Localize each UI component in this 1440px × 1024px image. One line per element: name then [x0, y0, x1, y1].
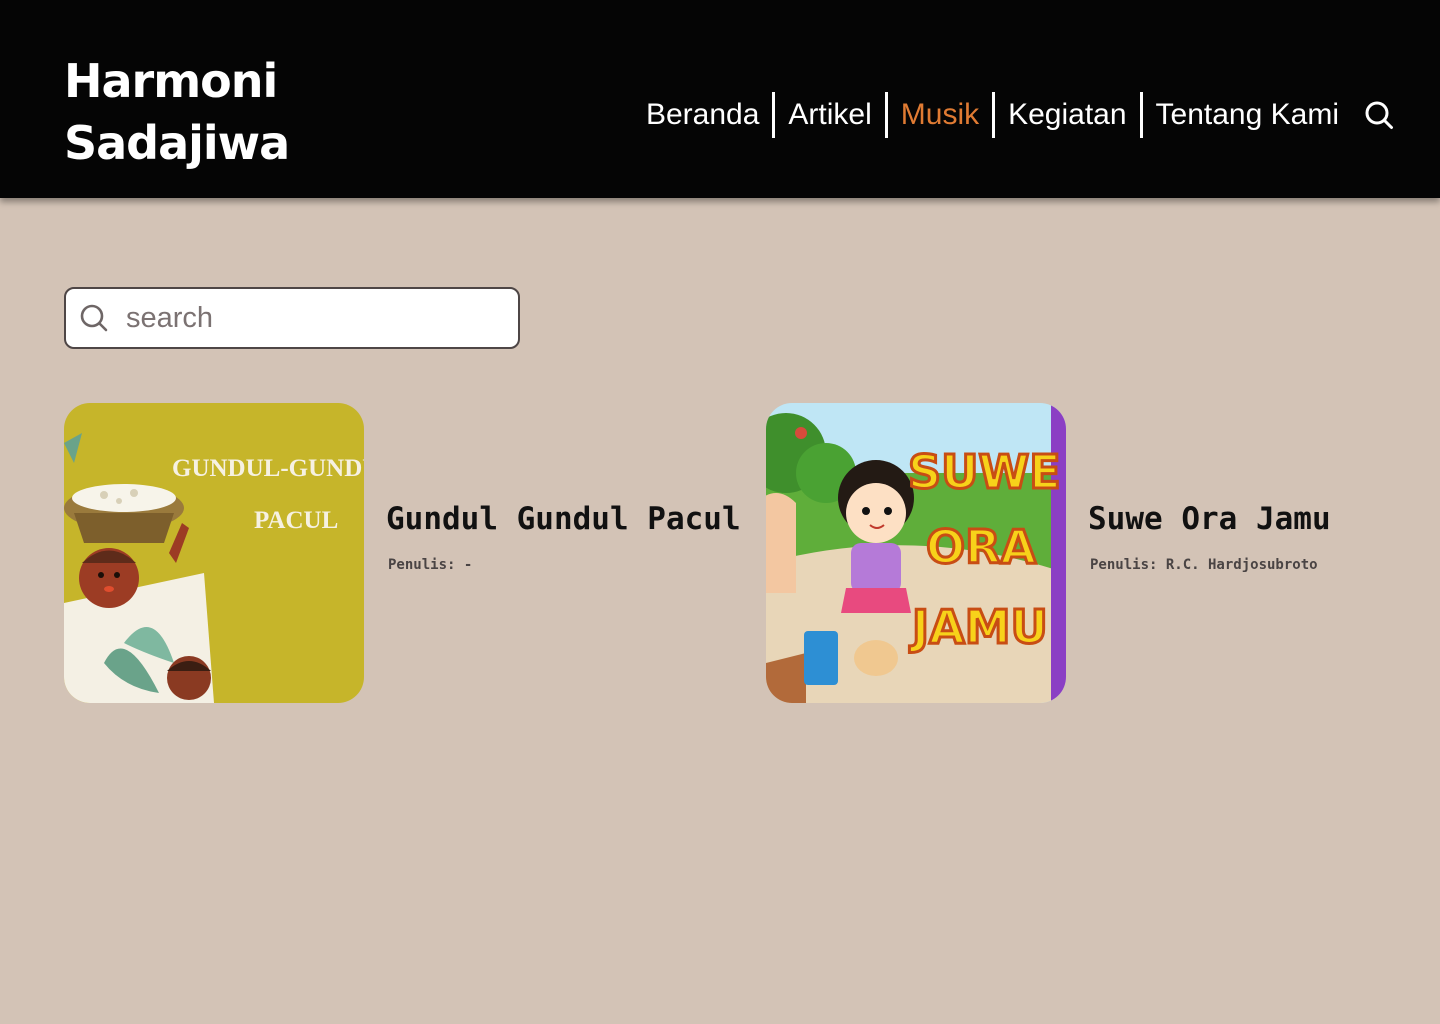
- brand-line-2: Sadajiwa: [64, 116, 290, 170]
- song-writer: Penulis: -: [388, 557, 473, 573]
- cover-title-line-1: SUWE: [908, 445, 1061, 499]
- cover-title-line-2: ORA: [926, 520, 1037, 574]
- main-nav: Beranda Artikel Musik Kegiatan Tentang K…: [633, 92, 1396, 138]
- nav-item-artikel[interactable]: Artikel: [775, 92, 888, 138]
- song-info: Suwe Ora Jamu Penulis: R.C. Hardjosubrot…: [1088, 403, 1331, 703]
- song-cover-image[interactable]: GUNDUL-GUNDUL PACUL: [64, 403, 364, 703]
- song-info: Gundul Gundul Pacul Penulis: -: [386, 403, 741, 703]
- search-icon: [78, 302, 110, 334]
- song-card-gundul-gundul-pacul[interactable]: GUNDUL-GUNDUL PACUL Gundul Gundul Pacul …: [64, 403, 741, 703]
- search-bar: [64, 287, 520, 349]
- song-cover-image[interactable]: SUWE ORA JAMU: [766, 403, 1066, 703]
- search-input[interactable]: [126, 301, 486, 335]
- song-title[interactable]: Gundul Gundul Pacul: [386, 501, 741, 537]
- song-title[interactable]: Suwe Ora Jamu: [1088, 501, 1331, 537]
- site-logo[interactable]: Harmoni Sadajiwa: [64, 50, 290, 174]
- brand-line-1: Harmoni: [64, 54, 278, 108]
- nav-item-beranda[interactable]: Beranda: [633, 92, 776, 138]
- song-card-suwe-ora-jamu[interactable]: SUWE ORA JAMU Suwe Ora Jamu Penulis: R.C…: [766, 403, 1331, 703]
- nav-item-kegiatan[interactable]: Kegiatan: [995, 92, 1143, 138]
- cover-title-line-1: GUNDUL-GUNDUL: [172, 455, 364, 482]
- search-icon[interactable]: [1362, 98, 1396, 132]
- song-writer: Penulis: R.C. Hardjosubroto: [1090, 557, 1318, 573]
- cover-title-line-2: PACUL: [254, 507, 338, 534]
- site-header: Harmoni Sadajiwa Beranda Artikel Musik K…: [0, 0, 1440, 198]
- nav-item-tentang-kami[interactable]: Tentang Kami: [1143, 92, 1352, 138]
- nav-item-musik[interactable]: Musik: [888, 92, 996, 138]
- cover-title-line-3: JAMU: [909, 600, 1048, 654]
